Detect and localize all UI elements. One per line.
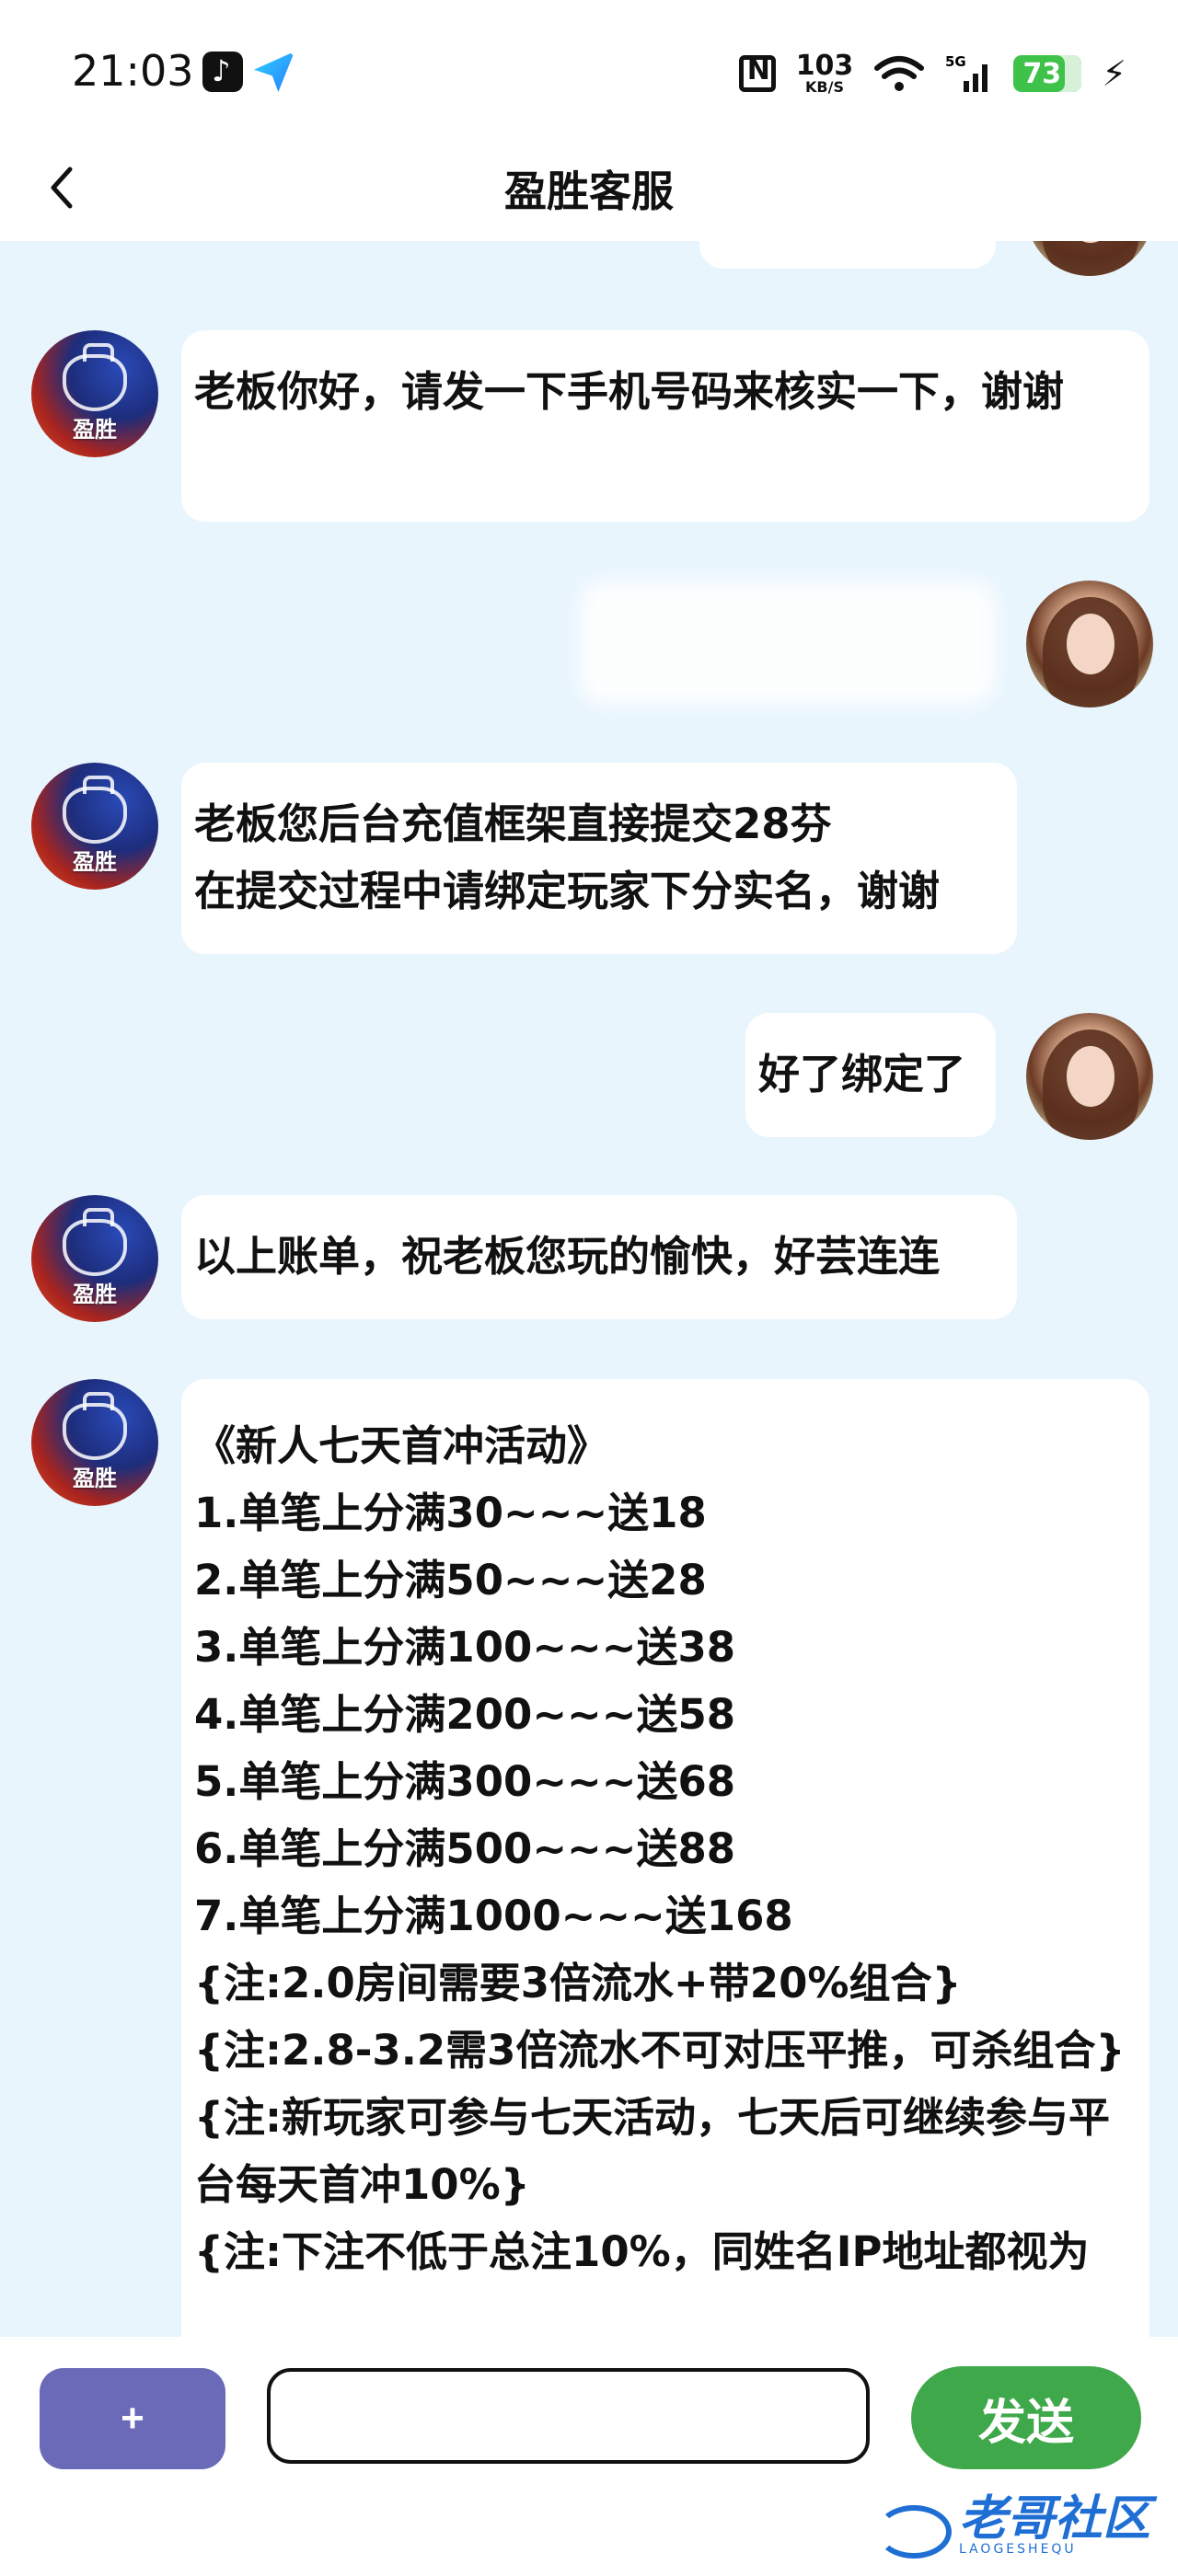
agent-avatar[interactable]: 盈胜 (31, 330, 158, 457)
message-bubble-agent: 老板您后台充值框架直接提交28芬 在提交过程中请绑定玩家下分实名，谢谢 (181, 763, 1017, 954)
status-bar: 21:03 103 KB/S 5G 73 ⚡ (0, 0, 1178, 147)
message-bubble-agent: 以上账单，祝老板您玩的愉快，好芸连连 (181, 1195, 1017, 1319)
message-bubble-user: 好了绑定了 (745, 1013, 996, 1137)
network-speed: 103 KB/S (796, 52, 854, 95)
avatar-brand-text: 盈胜 (73, 417, 117, 443)
message-input-bar: + 发送 老哥社区 LAOGESHEQU (0, 2337, 1178, 2576)
attach-plus-button[interactable]: + (40, 2368, 225, 2469)
charging-icon: ⚡ (1102, 53, 1126, 94)
wifi-icon (873, 53, 925, 94)
send-button[interactable]: 发送 (911, 2366, 1141, 2469)
chat-header: 盈胜客服 (0, 147, 1178, 241)
agent-avatar[interactable]: 盈胜 (31, 1195, 158, 1322)
send-icon (254, 52, 294, 92)
tiktok-icon (202, 52, 243, 92)
user-avatar[interactable] (1026, 581, 1153, 707)
user-avatar[interactable] (1026, 1013, 1153, 1140)
avatar-brand-text: 盈胜 (73, 849, 117, 875)
chat-message-list[interactable]: 盈胜 老板你好，请发一下手机号码来核实一下，谢谢 盈胜 老板您后台充值框架直接提… (0, 241, 1178, 2337)
message-bubble-agent-promo: 《新人七天首冲活动》 1.单笔上分满30~~~送18 2.单笔上分满50~~~送… (181, 1379, 1149, 2337)
message-bubble-agent: 老板你好，请发一下手机号码来核实一下，谢谢 (181, 330, 1149, 522)
avatar-brand-text: 盈胜 (73, 1282, 117, 1307)
cellular-signal-icon: 5G (945, 53, 993, 94)
nfc-icon (738, 54, 776, 92)
user-avatar[interactable] (1026, 241, 1153, 276)
avatar-brand-text: 盈胜 (73, 1466, 117, 1491)
status-indicators: 103 KB/S 5G 73 ⚡ (738, 46, 1126, 101)
network-speed-unit: KB/S (805, 78, 844, 96)
battery-level: 73 (1022, 57, 1062, 90)
agent-avatar[interactable]: 盈胜 (31, 763, 158, 890)
watermark-subtext: LAOGESHEQU (958, 2542, 1077, 2557)
battery-icon: 73 (1013, 55, 1082, 92)
page-title: 盈胜客服 (504, 167, 674, 216)
status-time: 21:03 (72, 46, 194, 96)
network-speed-value: 103 (795, 50, 854, 82)
watermark-text: 老哥社区 (958, 2491, 1150, 2547)
watermark-logo-icon (875, 2500, 952, 2559)
agent-avatar[interactable]: 盈胜 (31, 1379, 158, 1506)
message-bubble-user-redacted (580, 581, 996, 705)
cellular-label: 5G (945, 53, 966, 70)
message-bubble-user (699, 241, 996, 269)
watermark: 老哥社区 LAOGESHEQU (875, 2491, 1150, 2559)
message-input[interactable] (267, 2368, 870, 2464)
